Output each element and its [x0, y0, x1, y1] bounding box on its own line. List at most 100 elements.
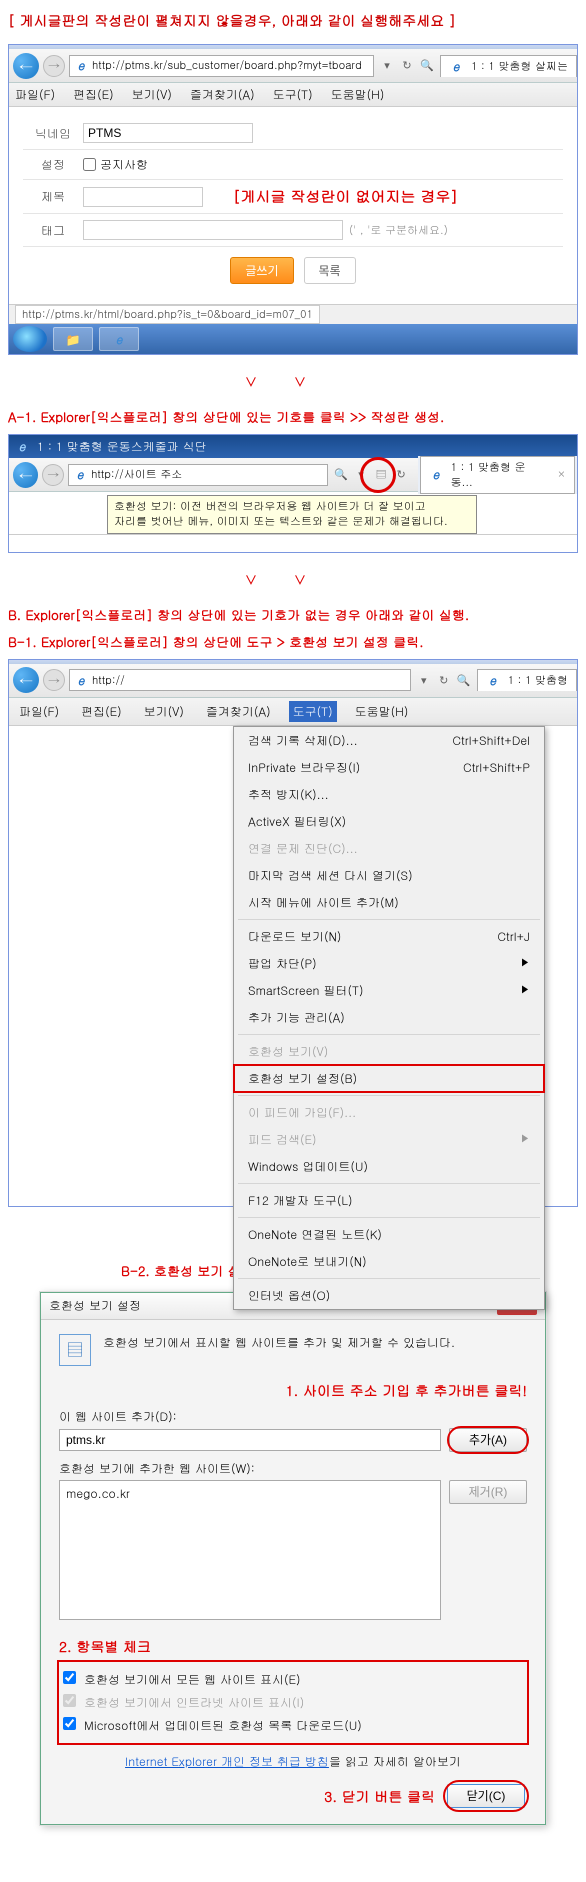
post-form: 닉네임 설정 공지사항 제목 [게시글 작성란이 없어지는 경우] 태그 (' … [9, 107, 577, 304]
forward-button[interactable]: → [42, 464, 64, 486]
tools-menu-item[interactable]: Windows 업데이트(U) [234, 1153, 544, 1180]
menu-edit[interactable]: 편집(E) [73, 86, 114, 103]
tools-menu-item[interactable]: 추적 방지(K)... [234, 781, 544, 808]
tag-hint: (' , '로 구분하세요.) [349, 223, 448, 238]
tools-menu-item[interactable]: 팝업 차단(P)▶ [234, 950, 544, 977]
check-intranet[interactable]: 호환성 보기에서 인트라넷 사이트 표시(I) [63, 1691, 523, 1714]
ie-icon: e [74, 673, 88, 687]
callout-step-3: 3. 닫기 버튼 클릭 [324, 1786, 435, 1806]
add-site-input[interactable] [59, 1429, 441, 1451]
check-all-sites[interactable]: 호환성 보기에서 모든 웹 사이트 표시(E) [63, 1668, 523, 1691]
callout-step-2: 2. 항목별 체크 [59, 1636, 527, 1656]
menu-file[interactable]: 파일(F) [15, 86, 55, 103]
checkbox-group: 호환성 보기에서 모든 웹 사이트 표시(E) 호환성 보기에서 인트라넷 사이… [59, 1662, 527, 1743]
address-bar[interactable]: e http://ptms.kr/sub_customer/board.php?… [69, 55, 374, 77]
notice-checkbox[interactable] [83, 158, 96, 171]
browser-tab[interactable]: e 1 : 1 맞춤형 운동... × [420, 456, 575, 494]
search-icon[interactable]: 🔍 [455, 671, 473, 689]
tools-menu-item[interactable]: ActiveX 필터링(X) [234, 808, 544, 835]
refresh-icon[interactable]: ↻ [398, 57, 416, 75]
nickname-label: 닉네임 [23, 125, 83, 142]
menu-favorites[interactable]: 즐겨찾기(A) [202, 701, 275, 722]
callout-step-1: 1. 사이트 주소 기입 후 추가버튼 클릭! [59, 1380, 527, 1400]
address-bar[interactable]: e http:// [69, 669, 411, 691]
browser-tab[interactable]: e 1 : 1 맞춤형 [477, 669, 577, 691]
added-sites-label: 호환성 보기에 추가한 웹 사이트(W): [59, 1460, 527, 1477]
tools-menu-item[interactable]: 인터넷 옵션(O) [234, 1282, 544, 1309]
tools-menu-item: 이 피드에 가입(F)... [234, 1099, 544, 1126]
notice-label: 공지사항 [100, 156, 148, 173]
tools-menu-item[interactable]: OneNote 연결된 노트(K) [234, 1221, 544, 1248]
menu-view[interactable]: 보기(V) [140, 701, 188, 722]
ie-icon: e [15, 440, 29, 454]
taskbar-ie-icon[interactable]: e [99, 327, 139, 351]
nav-toolbar: ← → e http:// ▾ ↻ 🔍 e 1 : 1 맞춤형 [9, 664, 577, 698]
tools-menu-item[interactable]: 추가 기능 관리(A) [234, 1004, 544, 1031]
url-text: http://ptms.kr/sub_customer/board.php?my… [92, 58, 362, 73]
red-circle-highlight [360, 457, 396, 493]
add-button[interactable]: 추가(A) [449, 1428, 527, 1452]
title-label: 제목 [23, 188, 83, 205]
divider-arrows: ∨∨ [0, 557, 586, 601]
tools-menu-item[interactable]: 검색 기록 삭제(D)...Ctrl+Shift+Del [234, 727, 544, 754]
tools-menu-item[interactable]: 다운로드 보기(N)Ctrl+J [234, 923, 544, 950]
forward-button[interactable]: → [43, 669, 65, 691]
privacy-policy-link[interactable]: Internet Explorer 개인 정보 취급 방침 [125, 1753, 329, 1770]
tools-menu-item[interactable]: SmartScreen 필터(T)▶ [234, 977, 544, 1004]
back-button[interactable]: ← [13, 667, 39, 693]
missing-editor-warning: [게시글 작성란이 없어지는 경우] [233, 186, 458, 207]
write-button[interactable]: 글쓰기 [230, 257, 293, 284]
tools-menu-item[interactable]: 마지막 검색 세션 다시 열기(S) [234, 862, 544, 889]
tools-menu-item[interactable]: OneNote로 보내기(N) [234, 1248, 544, 1275]
list-item[interactable]: mego.co.kr [66, 1485, 434, 1502]
back-button[interactable]: ← [13, 462, 38, 488]
ie-icon: e [74, 59, 88, 73]
title-input[interactable] [83, 187, 203, 207]
menu-help[interactable]: 도움말(H) [351, 701, 413, 722]
menu-edit[interactable]: 편집(E) [77, 701, 126, 722]
dropdown-icon[interactable]: ▾ [378, 57, 396, 75]
tools-menu-item[interactable]: F12 개발자 도구(L) [234, 1187, 544, 1214]
compatibility-dialog-icon: ▤ [59, 1334, 91, 1366]
tools-menu-item[interactable]: 시작 메뉴에 사이트 추가(M) [234, 889, 544, 916]
nav-toolbar: ← → e http://ptms.kr/sub_customer/board.… [9, 49, 577, 83]
nickname-input[interactable] [83, 123, 253, 143]
window-title: 1 : 1 맞춤형 운동스케줄과 식단 [37, 438, 207, 455]
tools-menu-item[interactable]: InPrivate 브라우징(I)Ctrl+Shift+P [234, 754, 544, 781]
dialog-title: 호환성 보기 설정 [49, 1297, 141, 1314]
browser-tab[interactable]: e 1 : 1 맞춤형 살찌는 [440, 55, 577, 77]
menu-tools[interactable]: 도구(T) [289, 701, 337, 722]
search-icon[interactable]: 🔍 [418, 57, 436, 75]
taskbar-explorer-icon[interactable]: 📁 [53, 327, 93, 351]
close-tab-icon[interactable]: × [557, 467, 566, 482]
dialog-description: 호환성 보기에서 표시할 웹 사이트를 추가 및 제거할 수 있습니다. [103, 1334, 527, 1352]
menu-help[interactable]: 도움말(H) [331, 86, 385, 103]
menu-file[interactable]: 파일(F) [15, 701, 63, 722]
tools-menu-item: 피드 검색(E)▶ [234, 1126, 544, 1153]
menu-favorites[interactable]: 즐겨찾기(A) [190, 86, 255, 103]
forward-button[interactable]: → [43, 55, 65, 77]
section-a1-heading: A-1. Explorer[익스플로러] 창의 상단에 있는 기호를 클릭 >>… [0, 403, 586, 430]
menu-tools[interactable]: 도구(T) [273, 86, 313, 103]
browser-window-3: ← → e http:// ▾ ↻ 🔍 e 1 : 1 맞춤형 파일(F) 편집… [8, 659, 578, 1207]
divider-arrows: ∨∨ [0, 359, 586, 403]
dropdown-icon[interactable]: ▾ [415, 671, 433, 689]
start-button[interactable] [13, 326, 47, 352]
browser-window-1: ← → e http://ptms.kr/sub_customer/board.… [8, 44, 578, 355]
check-ms-download[interactable]: Microsoft에서 업데이트된 호환성 목록 다운로드(U) [63, 1714, 523, 1737]
list-button[interactable]: 목록 [304, 257, 356, 284]
menu-view[interactable]: 보기(V) [132, 86, 172, 103]
tools-menu-item[interactable]: 호환성 보기 설정(B) [234, 1065, 544, 1092]
back-button[interactable]: ← [13, 53, 39, 79]
tag-input[interactable] [83, 220, 343, 240]
section-b-heading: B. Explorer[익스플로러] 창의 상단에 있는 기호가 없는 경우 아… [0, 601, 586, 628]
tools-dropdown-menu: 검색 기록 삭제(D)...Ctrl+Shift+DelInPrivate 브라… [233, 726, 545, 1310]
close-button[interactable]: 닫기(C) [447, 1784, 525, 1808]
search-icon[interactable]: 🔍 [332, 466, 350, 484]
sites-listbox[interactable]: mego.co.kr [59, 1480, 441, 1620]
refresh-icon[interactable]: ↻ [435, 671, 453, 689]
remove-button[interactable]: 제거(R) [449, 1480, 527, 1504]
address-bar[interactable]: e http://사이트 주소 [68, 464, 328, 486]
tools-menu-item: 호환성 보기(V) [234, 1038, 544, 1065]
compatibility-settings-dialog: 호환성 보기 설정 ✖ ▤ 호환성 보기에서 표시할 웹 사이트를 추가 및 제… [40, 1292, 546, 1825]
